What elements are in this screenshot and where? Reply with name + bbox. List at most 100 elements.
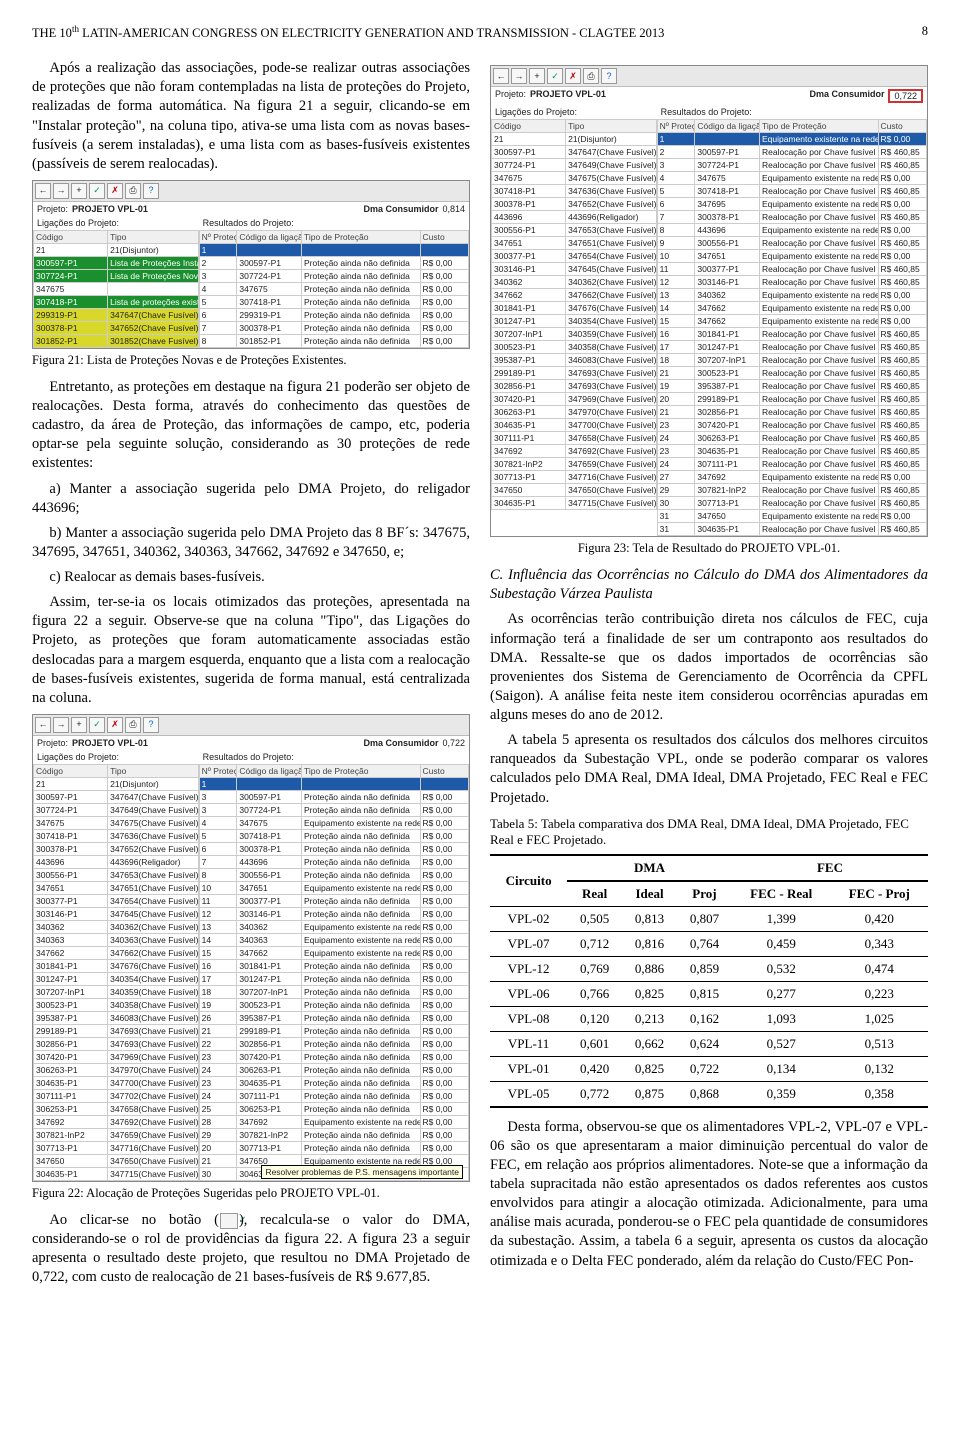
right-cell[interactable]: R$ 0,00: [421, 934, 469, 947]
left-cell[interactable]: 347970(Chave Fusível): [566, 406, 657, 419]
right-cell[interactable]: Realocação por Chave fusível 340359: [760, 354, 879, 367]
right-cell[interactable]: R$ 0,00: [879, 198, 927, 211]
left-cell[interactable]: 347658(Chave Fusível): [566, 432, 657, 445]
right-cell[interactable]: R$ 0,00: [421, 999, 469, 1012]
left-cell[interactable]: 347649(Chave Fusível): [566, 159, 657, 172]
right-cell[interactable]: Realocação por Chave fusível 347649: [760, 159, 879, 172]
right-cell[interactable]: 300377-P1: [237, 895, 302, 908]
right-cell[interactable]: R$ 460,85: [879, 497, 927, 510]
right-cell[interactable]: 19: [658, 380, 696, 393]
right-cell[interactable]: R$ 0,00: [421, 804, 469, 817]
right-cell[interactable]: R$ 0,00: [421, 1129, 469, 1142]
left-cell[interactable]: 347652(Chave Fusível): [566, 198, 657, 211]
left-cell[interactable]: 304635-P1: [492, 419, 566, 432]
right-cell[interactable]: Realocação por Chave fusível 347659: [760, 484, 879, 497]
right-cell[interactable]: 24: [658, 432, 696, 445]
right-cell[interactable]: 306263-P1: [695, 432, 760, 445]
left-cell[interactable]: 21: [34, 244, 108, 257]
right-cell[interactable]: 300378-P1: [237, 843, 302, 856]
right-cell[interactable]: 347662: [695, 302, 760, 315]
right-cell[interactable]: 307207-InP1: [695, 354, 760, 367]
right-cell[interactable]: 7: [200, 322, 238, 335]
left-cell[interactable]: 21: [34, 778, 108, 791]
left-cell[interactable]: 304635-P1: [492, 497, 566, 510]
right-cell[interactable]: 11: [200, 895, 238, 908]
right-cell[interactable]: Proteção ainda não definida: [302, 830, 421, 843]
left-cell[interactable]: 347676(Chave Fusível): [108, 960, 199, 973]
right-cell[interactable]: R$ 0,00: [879, 172, 927, 185]
left-cell[interactable]: 347653(Chave Fusível): [566, 224, 657, 237]
right-cell[interactable]: 299189-P1: [695, 393, 760, 406]
right-cell[interactable]: Proteção ainda não definida: [302, 843, 421, 856]
right-cell[interactable]: Equipamento existente na rede: [760, 289, 879, 302]
right-cell[interactable]: R$ 460,85: [879, 354, 927, 367]
right-cell[interactable]: 347675: [237, 817, 302, 830]
left-cell[interactable]: 347969(Chave Fusível): [108, 1051, 199, 1064]
right-cell[interactable]: 20: [200, 1142, 238, 1155]
right-cell[interactable]: 300556-P1: [237, 869, 302, 882]
right-cell[interactable]: 347662: [695, 315, 760, 328]
right-cell[interactable]: 8: [200, 869, 238, 882]
right-cell[interactable]: R$ 460,85: [879, 406, 927, 419]
right-cell[interactable]: R$ 460,85: [879, 185, 927, 198]
right-cell[interactable]: Proteção ainda não definida: [302, 1090, 421, 1103]
right-cell[interactable]: R$ 0,00: [879, 510, 927, 523]
right-cell[interactable]: 3: [200, 791, 238, 804]
right-cell[interactable]: 302856-P1: [695, 406, 760, 419]
right-cell[interactable]: R$ 0,00: [421, 270, 469, 283]
right-cell[interactable]: 15: [658, 315, 696, 328]
right-cell[interactable]: Realocação por Chave fusível 347647: [760, 146, 879, 159]
left-cell[interactable]: 443696(Religador): [108, 856, 199, 869]
right-cell[interactable]: 307111-P1: [695, 458, 760, 471]
right-cell[interactable]: 30: [658, 497, 696, 510]
right-cell[interactable]: 12: [658, 276, 696, 289]
toolbar-btn-3[interactable]: ✓: [89, 717, 105, 733]
right-cell[interactable]: Realocação por Chave fusível 347653: [760, 237, 879, 250]
right-cell[interactable]: R$ 460,85: [879, 445, 927, 458]
right-cell[interactable]: [237, 244, 302, 257]
right-cell[interactable]: Realocação por Chave fusível 347654: [760, 263, 879, 276]
left-cell[interactable]: 347650: [34, 1155, 108, 1168]
right-cell[interactable]: 306263-P1: [237, 1064, 302, 1077]
left-cell[interactable]: 307207-InP1: [492, 328, 566, 341]
right-cell[interactable]: R$ 0,00: [879, 315, 927, 328]
right-cell[interactable]: 13: [658, 289, 696, 302]
left-cell[interactable]: 300597-P1: [34, 257, 108, 270]
right-cell[interactable]: 307821-InP2: [695, 484, 760, 497]
left-cell[interactable]: 340358(Chave Fusível): [566, 341, 657, 354]
right-cell[interactable]: 17: [658, 341, 696, 354]
right-cell[interactable]: R$ 0,00: [421, 1090, 469, 1103]
right-cell[interactable]: Proteção ainda não definida: [302, 856, 421, 869]
right-cell[interactable]: 395387-P1: [695, 380, 760, 393]
right-cell[interactable]: R$ 460,85: [879, 393, 927, 406]
left-cell[interactable]: 347647(Chave Fusível): [108, 309, 199, 322]
left-cell[interactable]: 347662: [34, 947, 108, 960]
left-cell[interactable]: 347675: [34, 817, 108, 830]
right-cell[interactable]: R$ 0,00: [421, 882, 469, 895]
left-cell[interactable]: 340354(Chave Fusível): [108, 973, 199, 986]
right-cell[interactable]: 9: [658, 237, 696, 250]
right-cell[interactable]: 347695: [695, 198, 760, 211]
right-cell[interactable]: 16: [658, 328, 696, 341]
right-cell[interactable]: R$ 0,00: [421, 921, 469, 934]
left-cell[interactable]: 307420-P1: [34, 1051, 108, 1064]
right-cell[interactable]: 347675: [695, 172, 760, 185]
right-cell[interactable]: 347650: [695, 510, 760, 523]
right-cell[interactable]: 307713-P1: [695, 497, 760, 510]
right-cell[interactable]: 304635-P1: [695, 445, 760, 458]
right-cell[interactable]: Realocação por Chave fusível 347693: [760, 393, 879, 406]
right-cell[interactable]: R$ 0,00: [421, 791, 469, 804]
right-cell[interactable]: Realocação por Chave fusível 347700: [760, 445, 879, 458]
left-cell[interactable]: 347647(Chave Fusível): [108, 791, 199, 804]
right-cell[interactable]: R$ 460,85: [879, 328, 927, 341]
left-cell[interactable]: 347715(Chave Fusível): [566, 497, 657, 510]
right-cell[interactable]: R$ 0,00: [421, 283, 469, 296]
right-cell[interactable]: Equipamento existente na rede: [302, 1116, 421, 1129]
right-cell[interactable]: 27: [658, 471, 696, 484]
left-cell[interactable]: 347700(Chave Fusível): [566, 419, 657, 432]
right-cell[interactable]: 347651: [237, 882, 302, 895]
right-cell[interactable]: Equipamento existente na rede: [760, 172, 879, 185]
left-cell[interactable]: 347651: [34, 882, 108, 895]
left-cell[interactable]: 304635-P1: [34, 1077, 108, 1090]
right-cell[interactable]: 16: [200, 960, 238, 973]
